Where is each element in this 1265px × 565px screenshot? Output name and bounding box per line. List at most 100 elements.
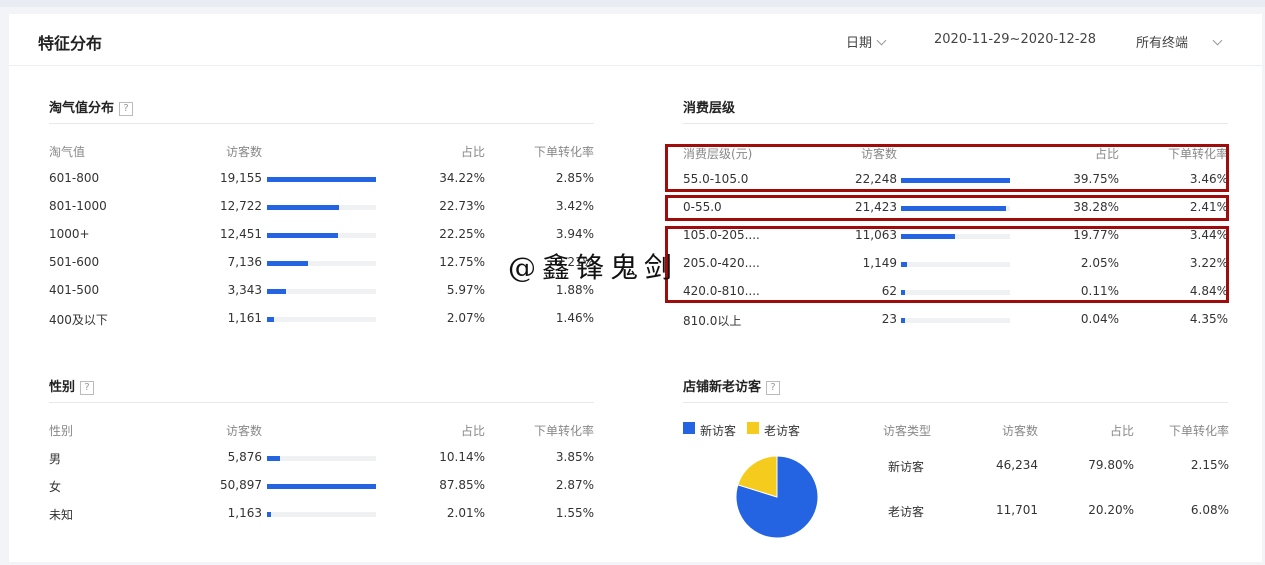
table-cell-share: 2.01% bbox=[446, 506, 485, 520]
column-header: 访客数 bbox=[225, 424, 262, 438]
watermark: @鑫锋鬼剑 bbox=[508, 251, 679, 284]
bar-track bbox=[267, 512, 376, 517]
terminal-label: 所有终端 bbox=[1136, 36, 1189, 51]
feature-distribution-panel: 特征分布 日期 2020-11-29~2020-12-28 所有终端 淘气值分布… bbox=[9, 14, 1262, 562]
table-cell-share: 5.97% bbox=[446, 283, 485, 297]
table-cell-conv: 3.42% bbox=[555, 199, 594, 213]
date-dropdown[interactable]: 日期 bbox=[846, 32, 887, 51]
legend-label-new: 新访客 bbox=[700, 424, 737, 438]
section-title-gender: 性别? bbox=[49, 376, 95, 395]
section-title-consume: 消费层级 bbox=[683, 97, 735, 116]
table-cell-label: 601-800 bbox=[49, 171, 100, 185]
table-cell-share: 0.04% bbox=[1080, 312, 1119, 326]
top-strip bbox=[0, 0, 1265, 7]
date-label: 日期 bbox=[846, 36, 873, 51]
table-cell-conv: 2.15% bbox=[1190, 458, 1229, 472]
table-cell-conv: 1.46% bbox=[555, 311, 594, 325]
bar-fill bbox=[267, 261, 308, 266]
date-range[interactable]: 2020-11-29~2020-12-28 bbox=[934, 32, 1096, 47]
table-cell-conv: 3.94% bbox=[555, 227, 594, 241]
table-cell-visitors: 19,155 bbox=[220, 171, 262, 185]
section-title-newold: 店铺新老访客? bbox=[683, 376, 781, 395]
table-cell-visitors: 23 bbox=[881, 312, 897, 326]
bar-fill bbox=[267, 177, 376, 182]
highlight-box bbox=[665, 195, 1229, 221]
table-cell-label: 401-500 bbox=[49, 283, 100, 297]
table-cell-visitors: 12,722 bbox=[220, 199, 262, 213]
bar-track bbox=[901, 318, 1010, 323]
help-icon[interactable]: ? bbox=[119, 102, 134, 116]
help-icon[interactable]: ? bbox=[766, 381, 781, 395]
bar-fill bbox=[267, 484, 376, 489]
help-icon[interactable]: ? bbox=[80, 381, 95, 395]
column-header: 访客数 bbox=[225, 145, 262, 159]
bar-track bbox=[267, 205, 376, 210]
bar-fill bbox=[267, 233, 338, 238]
bar-fill bbox=[267, 512, 271, 517]
chevron-down-icon bbox=[876, 35, 887, 46]
section-title-taoqi: 淘气值分布? bbox=[49, 97, 134, 116]
page-title: 特征分布 bbox=[38, 34, 103, 53]
table-cell-share: 2.07% bbox=[446, 311, 485, 325]
table-cell-share: 87.85% bbox=[439, 478, 485, 492]
divider bbox=[49, 123, 594, 124]
section-title-text: 店铺新老访客 bbox=[683, 380, 762, 395]
bar-track bbox=[267, 456, 376, 461]
divider bbox=[49, 402, 594, 403]
table-cell-visitors: 50,897 bbox=[220, 478, 262, 492]
bar-track bbox=[267, 484, 376, 489]
bar-fill bbox=[267, 317, 274, 322]
bar-track bbox=[267, 289, 376, 294]
column-header: 占比 bbox=[460, 145, 485, 159]
table-cell-label: 810.0以上 bbox=[683, 314, 742, 328]
table-cell-label: 400及以下 bbox=[49, 313, 108, 327]
chevron-down-icon bbox=[1212, 35, 1223, 46]
column-header: 下单转化率 bbox=[533, 145, 594, 159]
table-cell-conv: 2.85% bbox=[555, 171, 594, 185]
table-cell-conv: 1.55% bbox=[555, 506, 594, 520]
table-cell-visitors: 7,136 bbox=[227, 255, 262, 269]
bar-track bbox=[267, 233, 376, 238]
table-cell-share: 12.75% bbox=[439, 255, 485, 269]
table-cell-visitors: 1,161 bbox=[227, 311, 262, 325]
table-cell-label: 男 bbox=[49, 452, 62, 466]
table-cell-conv: 6.08% bbox=[1190, 503, 1229, 517]
legend-swatch-new bbox=[683, 422, 695, 434]
table-cell-share: 22.25% bbox=[439, 227, 485, 241]
bar-fill bbox=[267, 205, 339, 210]
legend-label-old: 老访客 bbox=[764, 424, 801, 438]
highlight-box bbox=[665, 226, 1229, 303]
bar-fill bbox=[267, 456, 280, 461]
table-cell-visitors: 12,451 bbox=[220, 227, 262, 241]
table-cell-label: 801-1000 bbox=[49, 199, 107, 213]
table-cell-label: 501-600 bbox=[49, 255, 100, 269]
column-header: 占比 bbox=[460, 424, 485, 438]
table-cell-label: 女 bbox=[49, 480, 62, 494]
table-cell-visitors: 5,876 bbox=[227, 450, 262, 464]
column-header: 下单转化率 bbox=[1168, 424, 1229, 438]
section-title-text: 消费层级 bbox=[683, 101, 736, 116]
table-cell-conv: 3.85% bbox=[555, 450, 594, 464]
highlight-box bbox=[665, 144, 1229, 192]
table-cell-conv: 4.35% bbox=[1189, 312, 1228, 326]
bar-track bbox=[267, 317, 376, 322]
table-cell-visitors: 3,343 bbox=[227, 283, 262, 297]
visitor-pie-chart bbox=[735, 455, 819, 539]
terminal-dropdown[interactable]: 所有终端 bbox=[1136, 32, 1223, 51]
table-cell-conv: 2.87% bbox=[555, 478, 594, 492]
divider bbox=[683, 402, 1228, 403]
table-cell-label: 1000+ bbox=[49, 227, 90, 241]
table-cell-share: 34.22% bbox=[439, 171, 485, 185]
bar-fill bbox=[901, 318, 905, 323]
column-header: 淘气值 bbox=[49, 145, 86, 159]
bar-track bbox=[267, 177, 376, 182]
bar-fill bbox=[267, 289, 286, 294]
table-cell-visitors: 1,163 bbox=[227, 506, 262, 520]
column-header: 下单转化率 bbox=[533, 424, 594, 438]
legend-swatch-old bbox=[747, 422, 759, 434]
column-header: 性别 bbox=[49, 424, 74, 438]
table-cell-label: 未知 bbox=[49, 508, 74, 522]
section-title-text: 淘气值分布 bbox=[49, 101, 115, 116]
table-cell-share: 22.73% bbox=[439, 199, 485, 213]
bar-track bbox=[267, 261, 376, 266]
